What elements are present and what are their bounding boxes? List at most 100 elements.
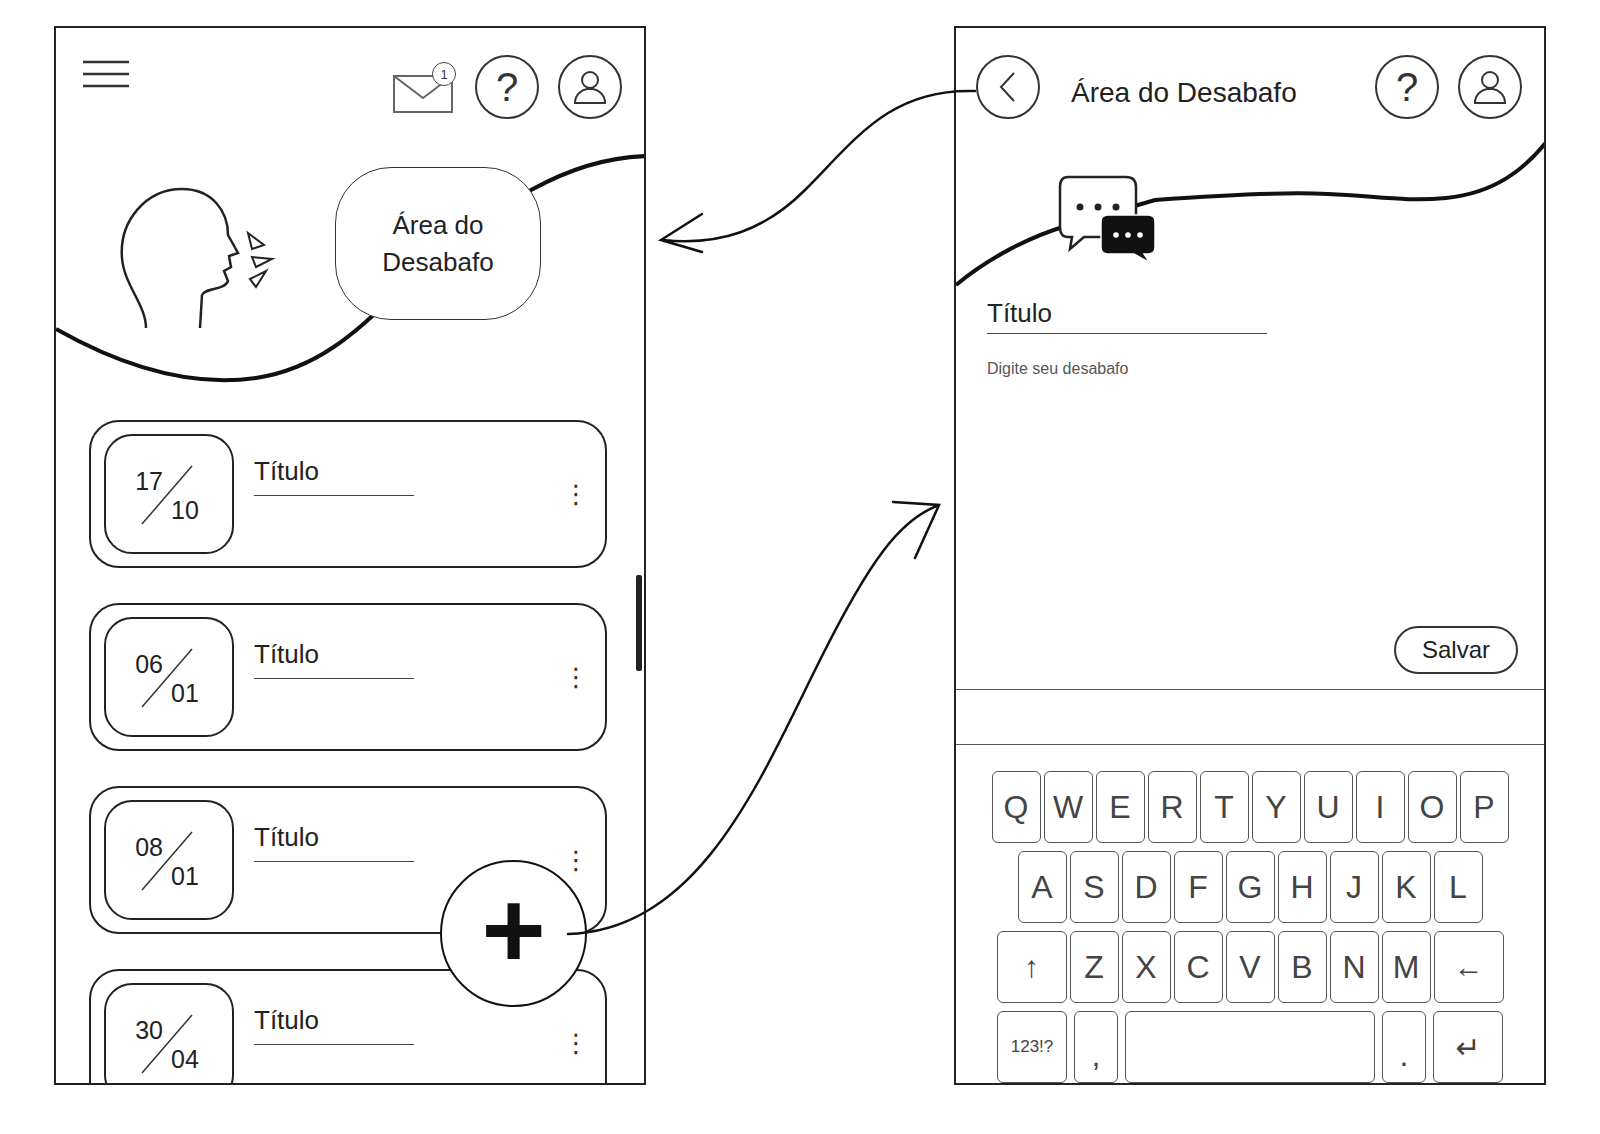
notification-badge: 1 <box>432 62 456 86</box>
space-key[interactable] <box>1125 1011 1375 1083</box>
keyboard-key[interactable]: , <box>1074 1011 1118 1083</box>
keyboard-key[interactable]: D <box>1122 851 1171 923</box>
entry-month: 04 <box>169 1043 199 1072</box>
keyboard-key[interactable]: V <box>1226 931 1275 1003</box>
list-screen: 1?Área do Desabafo1710Título⋮0601Título⋮… <box>54 26 646 1085</box>
keyboard-key[interactable]: P <box>1460 771 1509 843</box>
wave-icon <box>956 138 1546 298</box>
entry-day: 30 <box>135 1018 169 1043</box>
keyboard-row: QWERTYUIOP <box>986 771 1514 843</box>
editor-screen: Área do Desabafo? Título Digite seu desaba… <box>954 26 1546 1085</box>
keyboard-key[interactable]: ← <box>1434 931 1504 1003</box>
text-area[interactable]: Digite seu desabafo <box>987 360 1518 378</box>
mail-button[interactable]: 1 <box>392 62 456 116</box>
save-button[interactable]: Salvar <box>1394 626 1518 674</box>
keyboard-key[interactable]: F <box>1174 851 1223 923</box>
entry-underline <box>254 678 414 679</box>
keyboard-key[interactable]: Z <box>1070 931 1119 1003</box>
keyboard-key[interactable]: A <box>1018 851 1067 923</box>
back-flow-arrow <box>661 91 975 252</box>
header-actions: 1? <box>392 55 622 119</box>
keyboard-row: ASDFGHJKL <box>986 851 1514 923</box>
keyboard-row: 123!?,.↵ <box>986 1011 1514 1083</box>
entry-month: 01 <box>169 860 199 889</box>
keyboard-key[interactable]: R <box>1148 771 1197 843</box>
more-button[interactable]: ⋮ <box>561 845 591 876</box>
keyboard-key[interactable]: S <box>1070 851 1119 923</box>
entry-underline <box>254 1044 414 1045</box>
add-flow-arrow <box>568 502 939 934</box>
keyboard-key[interactable]: M <box>1382 931 1431 1003</box>
keyboard-key[interactable]: O <box>1408 771 1457 843</box>
hamburger-icon <box>83 59 129 89</box>
keyboard-key[interactable]: Y <box>1252 771 1301 843</box>
entry-body: Título <box>254 1005 414 1045</box>
entry-month: 10 <box>169 494 199 523</box>
entry-day: 17 <box>135 469 169 494</box>
entry-day: 06 <box>135 652 169 677</box>
wireframe-canvas: 1?Área do Desabafo1710Título⋮0601Título⋮… <box>0 0 1600 1134</box>
entry-month: 01 <box>169 677 199 706</box>
entry-underline <box>254 495 414 496</box>
keyboard-key[interactable]: W <box>1044 771 1093 843</box>
keyboard-key[interactable]: Q <box>992 771 1041 843</box>
more-button[interactable]: ⋮ <box>561 1028 591 1059</box>
title-input[interactable]: Título <box>987 298 1267 334</box>
keyboard-key[interactable]: E <box>1096 771 1145 843</box>
keyboard-row: ↑ZXCVBNM← <box>986 931 1514 1003</box>
keyboard-key[interactable]: . <box>1382 1011 1426 1083</box>
date-slash-icon <box>106 619 232 735</box>
date-slash-icon <box>106 802 232 918</box>
help-button[interactable]: ? <box>475 55 539 119</box>
suggestion-bar <box>956 689 1544 745</box>
add-button[interactable]: + <box>440 860 587 1007</box>
user-icon <box>1470 67 1510 107</box>
keyboard-key[interactable]: 123!? <box>997 1011 1067 1083</box>
help-button[interactable]: ? <box>1375 55 1439 119</box>
entry-card[interactable]: 0601 Título ⋮ <box>89 603 607 751</box>
date-slash-icon <box>106 985 232 1085</box>
more-button[interactable]: ⋮ <box>561 662 591 693</box>
keyboard-key[interactable]: ↵ <box>1433 1011 1503 1083</box>
keyboard-key[interactable]: C <box>1174 931 1223 1003</box>
entry-title: Título <box>254 639 414 670</box>
keyboard-key[interactable]: K <box>1382 851 1431 923</box>
user-icon <box>570 67 610 107</box>
entry-body: Título <box>254 456 414 496</box>
keyboard-key[interactable]: X <box>1122 931 1171 1003</box>
editor: Título Digite seu desabafo Salvar <box>956 298 1544 689</box>
entry-date: 0801 <box>104 800 234 920</box>
scrollbar[interactable] <box>636 575 642 671</box>
top-bar: Área do Desabafo? <box>956 28 1544 138</box>
entry-title: Título <box>254 1005 414 1036</box>
entry-date: 0601 <box>104 617 234 737</box>
entry-body: Título <box>254 822 414 862</box>
back-button[interactable] <box>976 55 1040 119</box>
entry-title: Título <box>254 822 414 853</box>
keyboard-key[interactable]: L <box>1434 851 1483 923</box>
entry-underline <box>254 861 414 862</box>
entry-card[interactable]: 1710 Título ⋮ <box>89 420 607 568</box>
keyboard: QWERTYUIOP ASDFGHJKL ↑ZXCVBNM← 123!?,.↵ <box>956 745 1544 1083</box>
more-button[interactable]: ⋮ <box>561 479 591 510</box>
entry-title: Título <box>254 456 414 487</box>
flow-arrows <box>0 0 1600 1134</box>
chevron-left-icon <box>996 71 1020 103</box>
banner <box>956 138 1544 298</box>
keyboard-key[interactable]: H <box>1278 851 1327 923</box>
top-bar: 1? <box>56 28 644 138</box>
menu-button[interactable] <box>82 57 130 91</box>
keyboard-key[interactable]: I <box>1356 771 1405 843</box>
keyboard-key[interactable]: B <box>1278 931 1327 1003</box>
keyboard-key[interactable]: U <box>1304 771 1353 843</box>
keyboard-key[interactable]: T <box>1200 771 1249 843</box>
header-actions: ? <box>1375 55 1522 119</box>
profile-button[interactable] <box>1458 55 1522 119</box>
profile-button[interactable] <box>558 55 622 119</box>
date-slash-icon <box>106 436 232 552</box>
chat-bubbles-icon <box>1058 175 1158 265</box>
keyboard-key[interactable]: N <box>1330 931 1379 1003</box>
keyboard-key[interactable]: G <box>1226 851 1275 923</box>
keyboard-key[interactable]: ↑ <box>997 931 1067 1003</box>
keyboard-key[interactable]: J <box>1330 851 1379 923</box>
